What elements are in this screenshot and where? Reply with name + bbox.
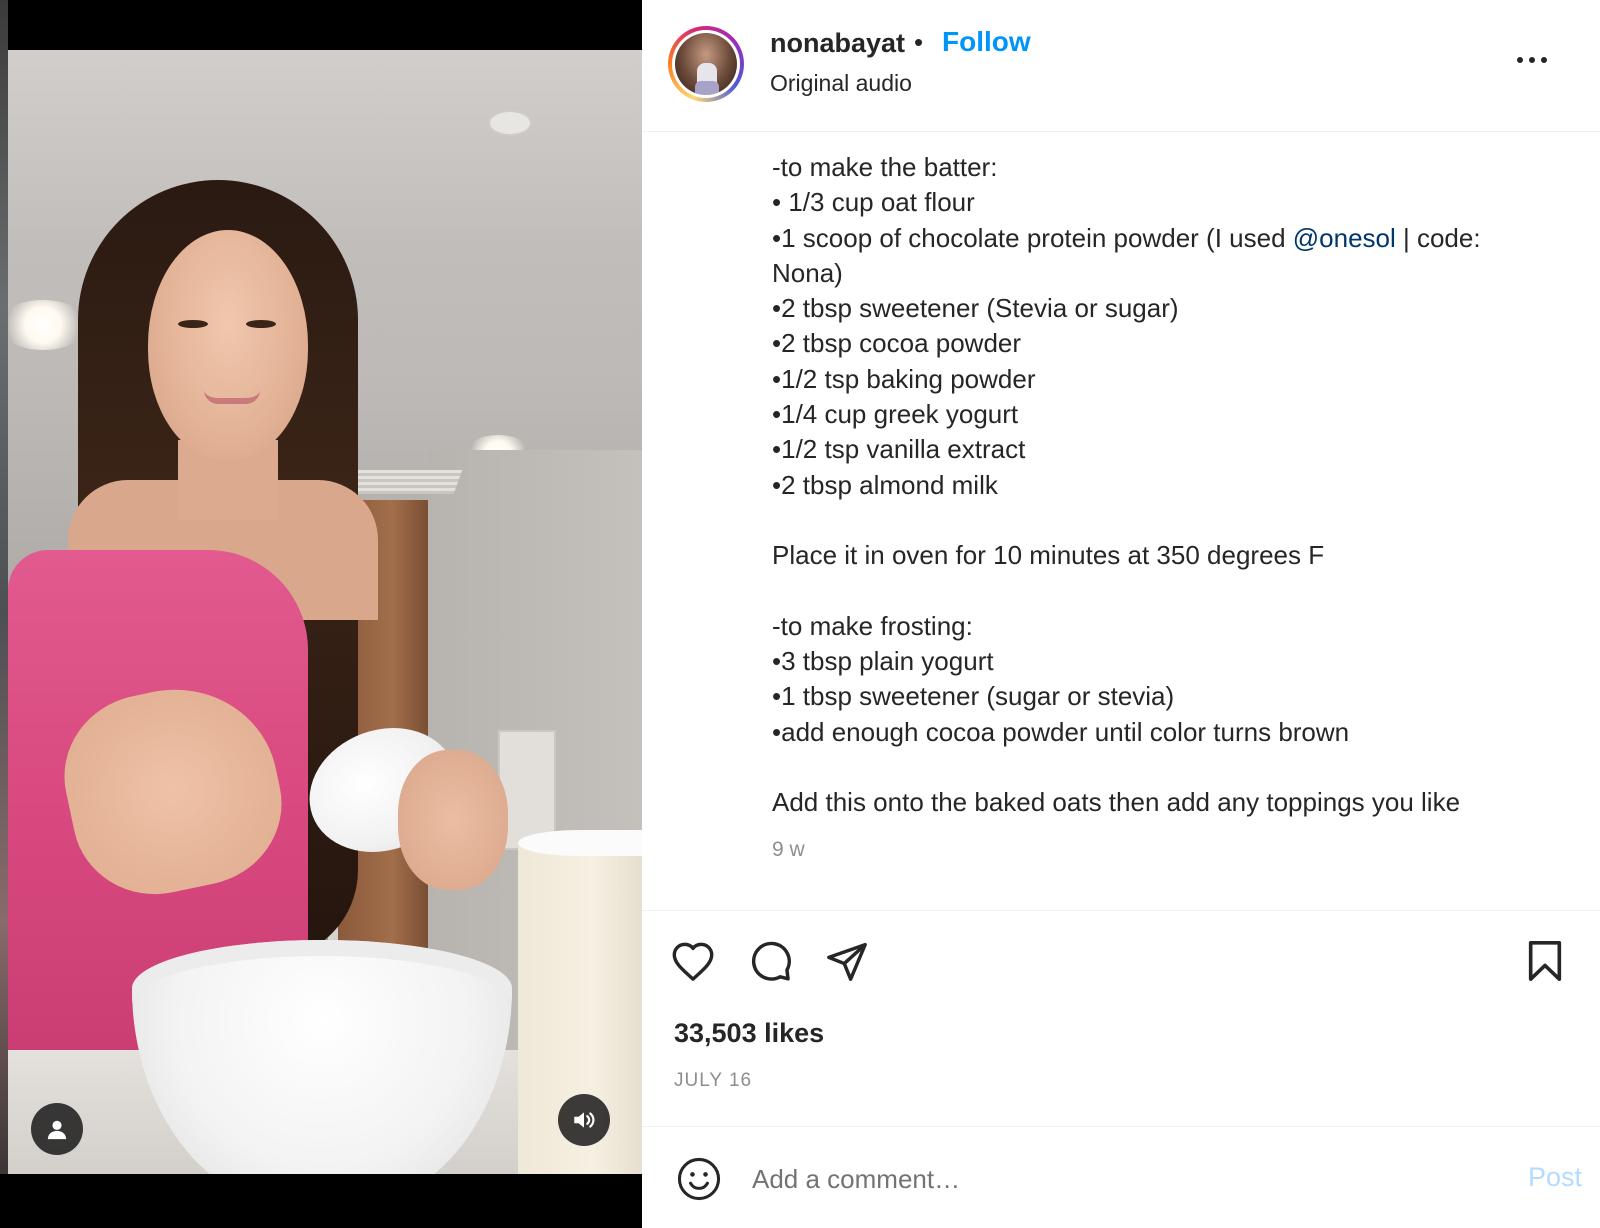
- caption-line: •2 tbsp almond milk: [772, 469, 998, 500]
- post-header: nonabayat • Follow Original audio: [642, 0, 1600, 132]
- speaker-icon: [574, 1112, 595, 1128]
- avatar-photo: [675, 33, 737, 95]
- video-vent: [343, 470, 463, 494]
- post-time-ago[interactable]: 9 w: [772, 838, 805, 862]
- heart-icon: [672, 942, 714, 981]
- username-link[interactable]: nonabayat: [770, 28, 905, 59]
- caption-line: •2 tbsp cocoa powder: [772, 328, 1022, 359]
- video-ceiling: [8, 50, 642, 230]
- video-person-mouth: [204, 390, 260, 404]
- caption-line: •1/2 tsp vanilla extract: [772, 434, 1026, 465]
- avatar-legs: [695, 81, 719, 95]
- audio-toggle-button[interactable]: [558, 1094, 610, 1146]
- mention-link[interactable]: @onesol: [1293, 223, 1396, 253]
- caption-line: Place it in oven for 10 minutes at 350 d…: [772, 540, 1325, 571]
- caption-line: •1 tbsp sweetener (sugar or stevia): [772, 681, 1175, 712]
- audio-link[interactable]: Original audio: [770, 70, 912, 97]
- comment-icon: [751, 941, 791, 981]
- bookmark-icon: [1528, 941, 1562, 981]
- caption-line: •1/2 tsp baking powder: [772, 363, 1036, 394]
- share-icon: [827, 942, 867, 981]
- like-button[interactable]: [668, 936, 718, 986]
- emoji-button[interactable]: [674, 1154, 724, 1204]
- follow-button[interactable]: Follow: [942, 26, 1031, 58]
- caption-line: Add this onto the baked oats then add an…: [772, 787, 1461, 818]
- user-icon: [47, 1120, 67, 1140]
- comment-button[interactable]: [746, 936, 796, 986]
- divider: [642, 910, 1600, 911]
- header-separator: •: [914, 27, 924, 57]
- caption-line: •3 tbsp plain yogurt: [772, 646, 994, 677]
- emoji-icon: [677, 1157, 721, 1201]
- video-light: [8, 300, 88, 350]
- video-person-eye: [178, 320, 208, 328]
- avatar-border: [672, 30, 740, 98]
- avatar[interactable]: [668, 26, 744, 102]
- reel-video[interactable]: [8, 50, 642, 1174]
- caption-line: •1/4 cup greek yogurt: [772, 399, 1019, 430]
- video-person-eye: [246, 320, 276, 328]
- post-details-panel: nonabayat • Follow Original audio -to ma…: [642, 0, 1600, 1228]
- caption-line: Nona): [772, 257, 843, 288]
- caption-line: -to make the batter:: [772, 152, 998, 182]
- caption-line: •2 tbsp sweetener (Stevia or sugar): [772, 293, 1179, 324]
- caption-gap: [772, 503, 1572, 538]
- divider: [642, 1126, 1600, 1127]
- more-horizontal-icon: [1517, 57, 1547, 63]
- likes-count[interactable]: 33,503 likes: [674, 1018, 824, 1049]
- video-person-hand: [398, 750, 508, 890]
- post-comment-button[interactable]: Post: [1528, 1162, 1582, 1193]
- comment-input[interactable]: [752, 1158, 1472, 1200]
- share-button[interactable]: [822, 936, 872, 986]
- caption-text: | code:: [1395, 222, 1481, 253]
- caption-line: • 1/3 cup oat flour: [772, 187, 975, 218]
- more-options-button[interactable]: [1512, 40, 1552, 80]
- caption-gap: [772, 750, 1572, 785]
- video-smoke-detector: [488, 110, 532, 136]
- caption-gap: [772, 574, 1572, 609]
- post-date: JULY 16: [674, 1070, 753, 1091]
- caption-line: •add enough cocoa powder until color tur…: [772, 716, 1350, 747]
- video-bottom-bar: [0, 1174, 642, 1228]
- post-caption: -to make the batter: • 1/3 cup oat flour…: [772, 150, 1572, 900]
- tagged-users-button[interactable]: [31, 1103, 83, 1155]
- caption-text: •1 scoop of chocolate protein powder (I …: [772, 222, 1293, 253]
- video-bowl: [132, 940, 512, 1174]
- reel-video-panel[interactable]: [0, 0, 642, 1228]
- save-button[interactable]: [1520, 936, 1570, 986]
- caption-line: -to make frosting:: [772, 610, 973, 641]
- video-person-face: [148, 230, 308, 460]
- caption-line: •1 scoop of chocolate protein powder (I …: [772, 221, 1572, 256]
- video-yogurt-lid: [518, 830, 642, 856]
- background-strip: [0, 0, 8, 1228]
